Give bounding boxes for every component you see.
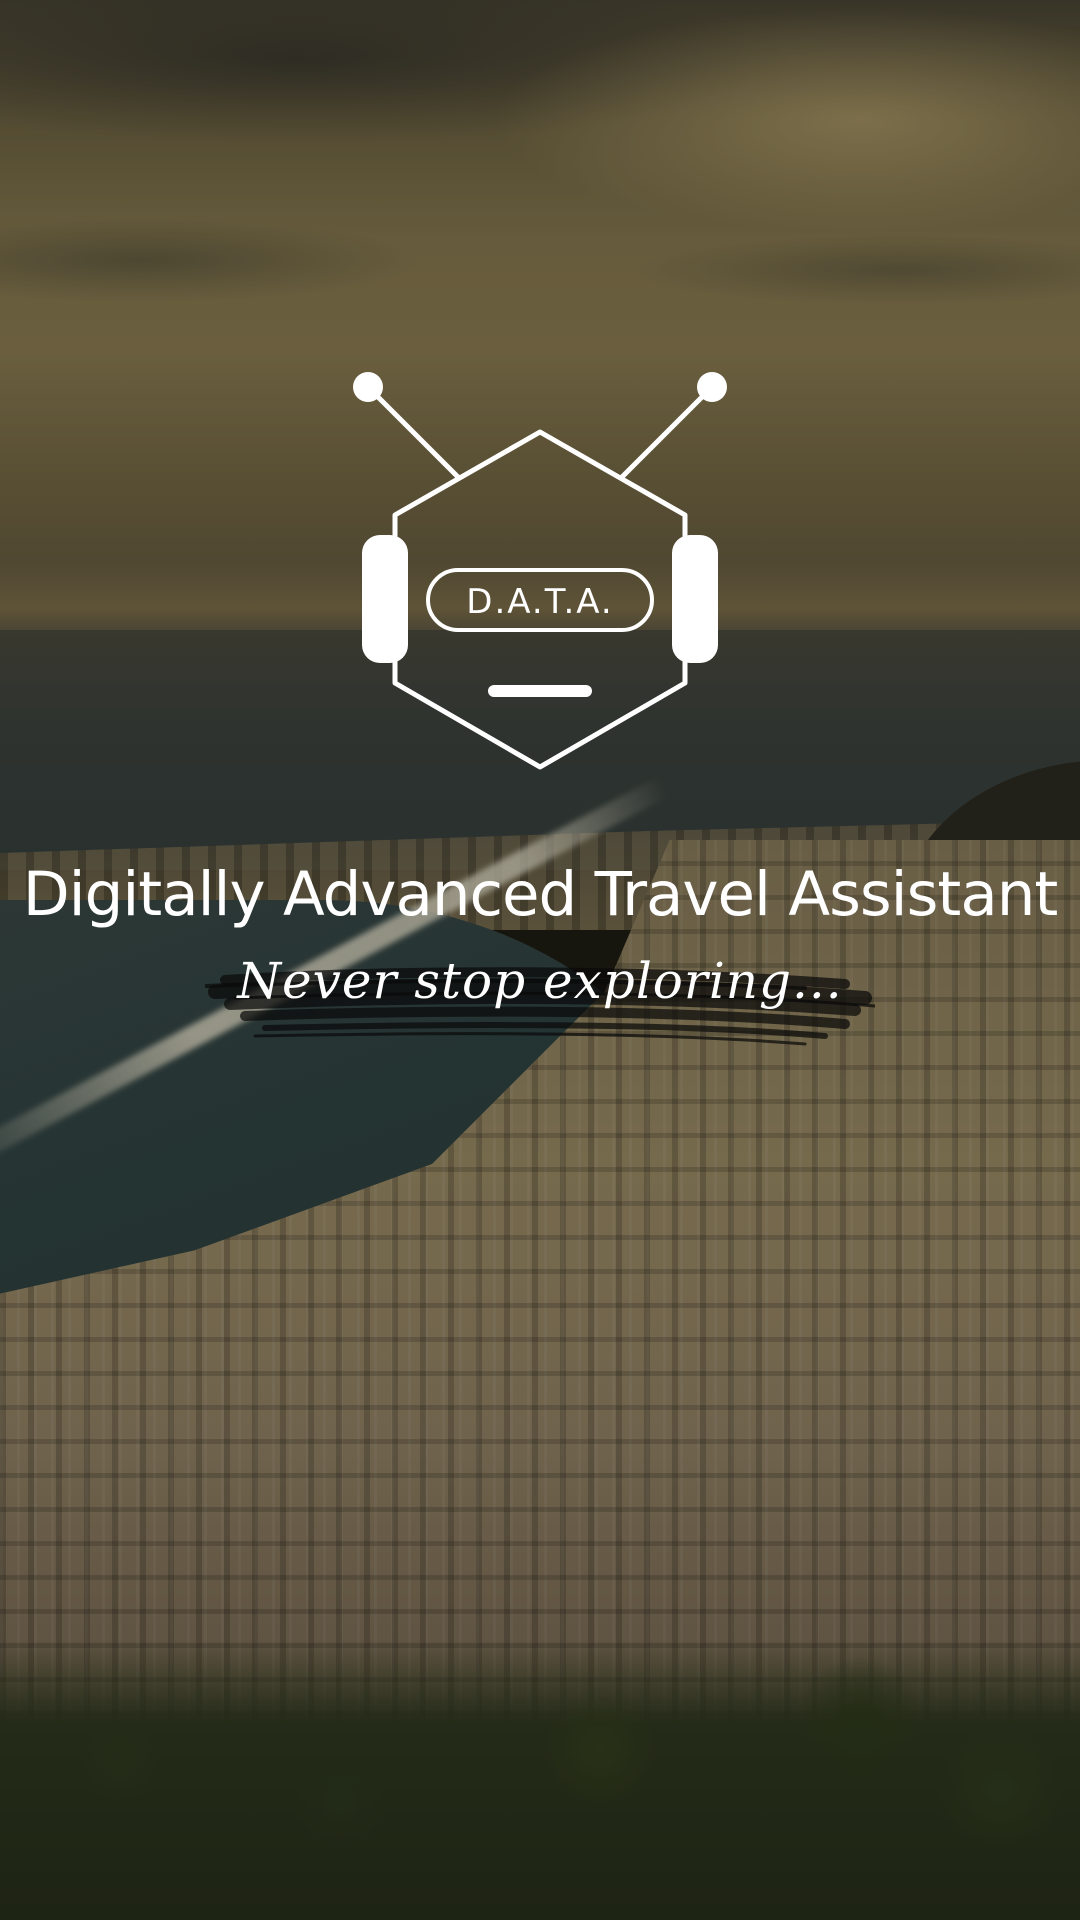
app-title: Digitally Advanced Travel Assistant [22,859,1059,930]
tagline-block: Never stop exploring... [205,940,875,1050]
splash-screen: D.A.T.A. Digitally Advanced Travel Assis… [0,0,1080,1920]
tagline: Never stop exploring... [237,952,843,1010]
robot-logo-icon: D.A.T.A. [350,365,730,775]
logo-label: D.A.T.A. [466,582,613,622]
